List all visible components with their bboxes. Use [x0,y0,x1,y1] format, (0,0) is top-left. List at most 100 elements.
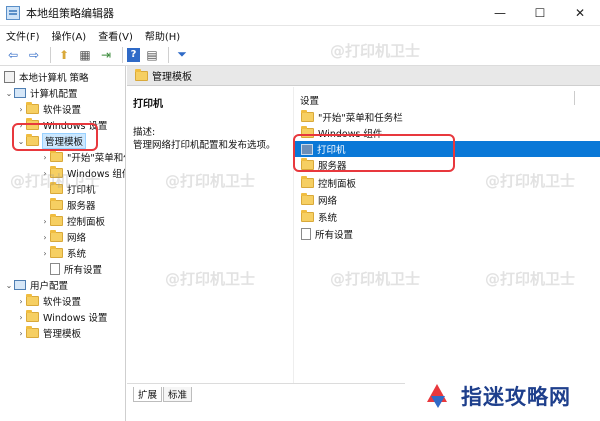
folder-icon [301,176,314,188]
policy-editor-icon [6,5,20,20]
folder-icon [301,158,314,170]
close-button[interactable]: ✕ [560,0,600,26]
chevron-right-icon[interactable]: › [16,297,26,306]
tree-item-windows-settings[interactable]: › Windows 设置 [16,117,107,133]
export-icon[interactable]: ⇥ [97,46,115,64]
folder-icon [135,68,148,81]
back-arrow-icon[interactable]: ⇦ [4,46,22,64]
description-pane: 打印机 描述: 管理网络打印机配置和发布选项。 [127,87,292,383]
list-item-server[interactable]: 服务器 [294,157,600,173]
folder-icon [26,134,39,146]
tree-item-server[interactable]: 服务器 [50,197,96,213]
chevron-down-icon[interactable]: ⌄ [4,89,14,98]
chevron-right-icon[interactable]: › [40,217,50,226]
folder-icon [301,210,314,222]
folder-icon [26,294,39,306]
chevron-down-icon[interactable]: ⌄ [16,137,26,146]
folder-icon [50,198,63,210]
chevron-right-icon[interactable]: › [40,249,50,258]
list-item-printers[interactable]: 打印机 [294,141,600,157]
folder-icon [50,246,63,258]
tree-pane[interactable]: 本地计算机 策略 ⌄ 计算机配置 › 软件设置 › Windows 设置 ⌄ 管… [0,66,126,421]
minimize-button[interactable]: — [480,0,520,26]
chevron-right-icon[interactable]: › [16,329,26,338]
list-item-all-settings[interactable]: 所有设置 [294,226,600,242]
menu-file[interactable]: 文件(F) [0,28,46,43]
tree-item-system[interactable]: › 系统 [40,245,86,261]
tree-item-control-panel[interactable]: › 控制面板 [40,213,105,229]
list-item-windows-components[interactable]: Windows 组件 [294,125,600,141]
properties-icon[interactable]: ▤ [143,46,161,64]
brand-badge: 指迷攻略网 [405,370,600,421]
toolbar: ⇦ ⇨ ⬆ ▦ ⇥ ? ▤ ⏷ [0,44,600,66]
toolbar-divider [50,46,51,63]
folder-icon [50,230,63,242]
menu-help[interactable]: 帮助(H) [139,28,186,43]
column-divider[interactable] [574,91,575,105]
chevron-right-icon[interactable]: › [16,105,26,114]
brand-name: 指迷攻略网 [461,383,571,409]
settings-list[interactable]: 设置 "开始"菜单和任务栏 Windows 组件 打印机 服务器 控制面板 网络… [293,87,600,383]
tab-standard[interactable]: 标准 [163,387,193,402]
window-title: 本地组策略编辑器 [26,6,114,20]
list-item-start-menu[interactable]: "开始"菜单和任务栏 [294,109,600,125]
policy-icon [4,71,15,83]
chevron-right-icon[interactable]: › [16,121,26,130]
tree-item-network[interactable]: › 网络 [40,229,86,245]
up-folder-icon[interactable]: ⬆ [55,46,73,64]
folder-icon [26,310,39,322]
tree-item-user-config[interactable]: ⌄ 用户配置 [4,277,68,293]
description-label: 描述: [133,127,156,138]
chevron-right-icon[interactable]: › [40,169,50,178]
toolbar-divider [122,46,123,63]
folder-icon [50,166,63,178]
list-item-network[interactable]: 网络 [294,192,600,208]
folder-icon [50,182,63,194]
tree-item-user-windows-settings[interactable]: › Windows 设置 [16,309,107,325]
folder-icon [301,110,314,122]
filter-icon[interactable]: ⏷ [173,46,191,64]
tab-extended[interactable]: 扩展 [133,387,163,402]
help-icon[interactable]: ? [127,47,140,62]
column-header-settings[interactable]: 设置 [300,93,319,107]
tree-item-windows-components[interactable]: › Windows 组件 [40,165,125,181]
forward-arrow-icon[interactable]: ⇨ [25,46,43,64]
chevron-right-icon[interactable]: › [16,313,26,322]
folder-icon [26,326,39,338]
tree-item-all-settings[interactable]: 所有设置 [50,261,102,277]
tree-item-user-admin-templates[interactable]: › 管理模板 [16,325,81,341]
window-controls: — ☐ ✕ [480,0,600,26]
tree-item-printers[interactable]: 打印机 [50,181,96,197]
folder-icon [50,214,63,226]
folder-icon [301,126,314,138]
menu-view[interactable]: 查看(V) [92,28,139,43]
brand-logo-icon [423,382,451,410]
chevron-right-icon[interactable]: › [40,153,50,162]
tree-item-start-menu[interactable]: › "开始"菜单和任务栏 [40,149,125,165]
description-text: 管理网络打印机配置和发布选项。 [133,140,276,151]
tree-item-computer-config[interactable]: ⌄ 计算机配置 [4,85,78,101]
content-header-title: 管理模板 [152,72,192,83]
menu-action[interactable]: 操作(A) [46,28,93,43]
printer-folder-icon [301,143,313,155]
chevron-down-icon[interactable]: ⌄ [4,281,14,290]
folder-icon [50,150,63,162]
tree-item-user-software-settings[interactable]: › 软件设置 [16,293,81,309]
tree-item-root[interactable]: 本地计算机 策略 [4,69,89,85]
description-title: 打印机 [133,99,163,110]
menu-bar: 文件(F) 操作(A) 查看(V) 帮助(H) [0,26,600,44]
chevron-right-icon[interactable]: › [40,233,50,242]
tree-item-software-settings[interactable]: › 软件设置 [16,101,81,117]
computer-icon [14,88,26,98]
folder-icon [26,118,39,130]
tree-item-admin-templates[interactable]: ⌄ 管理模板 [16,133,87,149]
list-item-control-panel[interactable]: 控制面板 [294,175,600,191]
folder-icon [26,102,39,114]
show-tree-icon[interactable]: ▦ [76,46,94,64]
settings-list-icon [50,263,60,275]
list-item-system[interactable]: 系统 [294,209,600,225]
content-header: 管理模板 [127,66,600,86]
user-config-icon [14,280,26,290]
maximize-button[interactable]: ☐ [520,0,560,26]
settings-list-icon [301,228,311,240]
